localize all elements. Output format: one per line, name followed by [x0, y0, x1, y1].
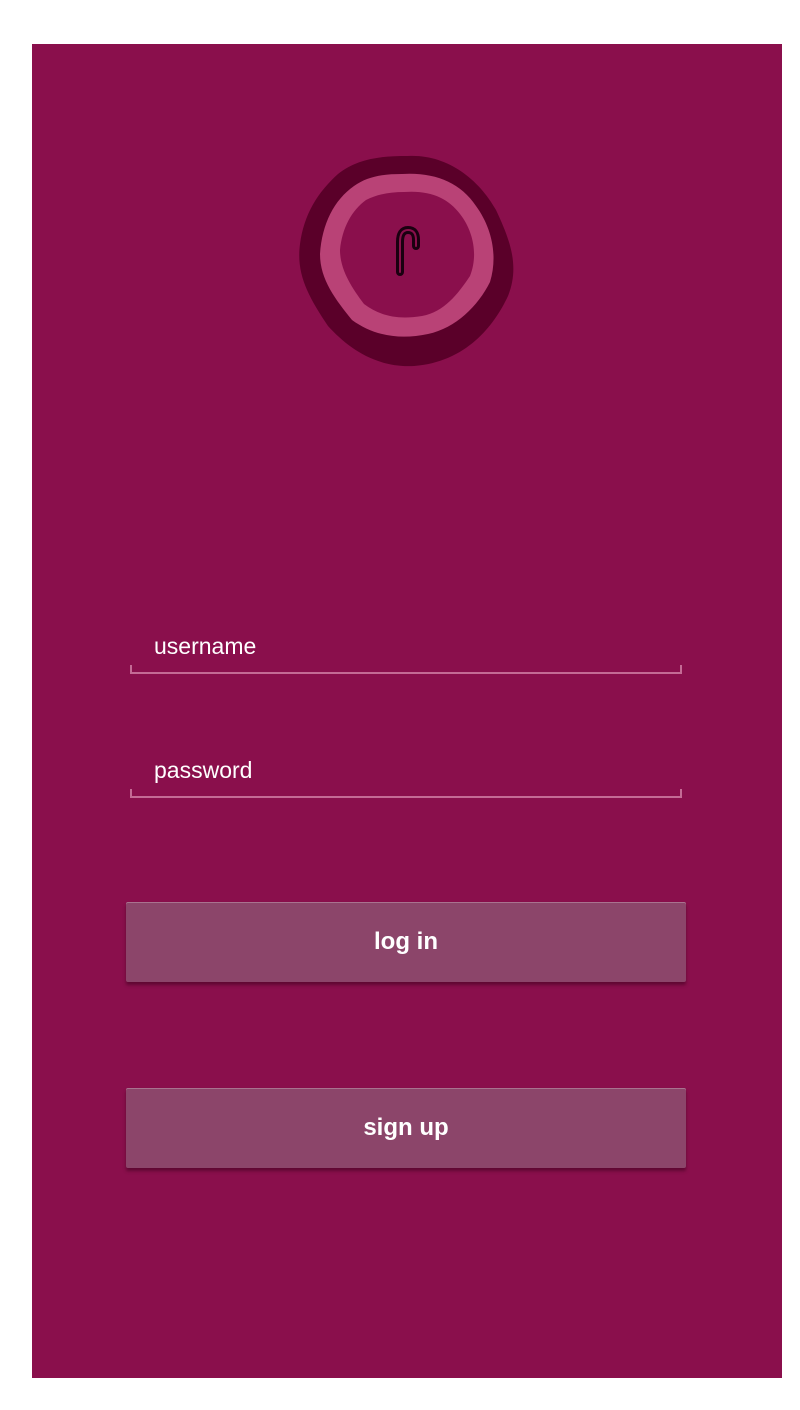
login-button[interactable]: log in — [126, 902, 686, 982]
password-input[interactable] — [130, 748, 682, 792]
username-underline — [130, 665, 682, 674]
username-input[interactable] — [130, 624, 682, 668]
signup-button[interactable]: sign up — [126, 1088, 686, 1168]
password-underline — [130, 789, 682, 798]
password-field — [130, 748, 682, 798]
app-logo — [296, 148, 520, 372]
username-field — [130, 624, 682, 674]
login-screen: log in sign up — [32, 44, 782, 1378]
logo-swirl-icon — [299, 155, 514, 367]
